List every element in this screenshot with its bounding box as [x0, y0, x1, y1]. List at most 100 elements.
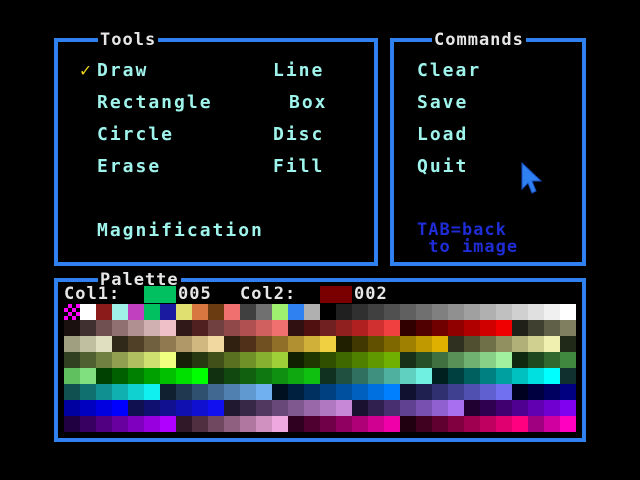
palette-swatch[interactable] — [304, 384, 320, 400]
palette-swatch[interactable] — [304, 304, 320, 320]
palette-swatch[interactable] — [544, 336, 560, 352]
palette-swatch[interactable] — [368, 368, 384, 384]
palette-swatch[interactable] — [160, 416, 176, 432]
palette-swatch[interactable] — [320, 416, 336, 432]
palette-swatch[interactable] — [256, 400, 272, 416]
palette-swatch[interactable] — [144, 320, 160, 336]
palette-swatch[interactable] — [544, 320, 560, 336]
palette-swatch[interactable] — [400, 336, 416, 352]
palette-swatch[interactable] — [224, 384, 240, 400]
palette-swatch[interactable] — [320, 400, 336, 416]
palette-swatch[interactable] — [560, 352, 576, 368]
palette-swatch[interactable] — [336, 368, 352, 384]
palette-swatch[interactable] — [144, 336, 160, 352]
palette-swatch[interactable] — [320, 304, 336, 320]
palette-swatch[interactable] — [224, 320, 240, 336]
palette-swatch[interactable] — [240, 384, 256, 400]
palette-swatch[interactable] — [400, 384, 416, 400]
palette-swatch[interactable] — [336, 304, 352, 320]
palette-grid[interactable] — [64, 304, 576, 432]
palette-swatch[interactable] — [256, 416, 272, 432]
palette-swatch[interactable] — [304, 368, 320, 384]
palette-swatch[interactable] — [368, 352, 384, 368]
palette-swatch[interactable] — [512, 336, 528, 352]
palette-swatch[interactable] — [464, 352, 480, 368]
palette-swatch[interactable] — [192, 336, 208, 352]
palette-swatch[interactable] — [368, 400, 384, 416]
palette-swatch[interactable] — [128, 320, 144, 336]
tool-magnification[interactable]: Magnification — [97, 221, 264, 241]
palette-swatch[interactable] — [480, 304, 496, 320]
palette-swatch[interactable] — [464, 400, 480, 416]
palette-swatch[interactable] — [464, 416, 480, 432]
palette-swatch[interactable] — [176, 400, 192, 416]
palette-swatch[interactable] — [272, 352, 288, 368]
palette-swatch[interactable] — [208, 416, 224, 432]
palette-swatch[interactable] — [176, 384, 192, 400]
palette-swatch[interactable] — [560, 336, 576, 352]
palette-swatch[interactable] — [560, 304, 576, 320]
palette-swatch[interactable] — [320, 336, 336, 352]
palette-swatch[interactable] — [144, 304, 160, 320]
palette-swatch[interactable] — [192, 400, 208, 416]
palette-swatch[interactable] — [432, 400, 448, 416]
palette-swatch[interactable] — [544, 368, 560, 384]
palette-swatch[interactable] — [496, 320, 512, 336]
palette-swatch[interactable] — [432, 384, 448, 400]
tool-rectangle[interactable]: Rectangle — [97, 93, 213, 113]
palette-swatch[interactable] — [208, 400, 224, 416]
palette-swatch[interactable] — [240, 352, 256, 368]
palette-swatch[interactable] — [288, 352, 304, 368]
command-save[interactable]: Save — [417, 93, 468, 113]
palette-swatch[interactable] — [144, 384, 160, 400]
palette-swatch[interactable] — [64, 368, 80, 384]
palette-swatch[interactable] — [256, 320, 272, 336]
palette-swatch[interactable] — [240, 368, 256, 384]
palette-swatch[interactable] — [208, 320, 224, 336]
palette-swatch[interactable] — [224, 368, 240, 384]
palette-swatch[interactable] — [176, 368, 192, 384]
palette-swatch[interactable] — [144, 368, 160, 384]
palette-swatch[interactable] — [240, 336, 256, 352]
palette-swatch[interactable] — [336, 352, 352, 368]
palette-swatch[interactable] — [96, 320, 112, 336]
palette-swatch[interactable] — [544, 400, 560, 416]
palette-swatch[interactable] — [368, 304, 384, 320]
palette-swatch[interactable] — [448, 384, 464, 400]
palette-swatch[interactable] — [256, 352, 272, 368]
palette-swatch[interactable] — [368, 384, 384, 400]
palette-swatch[interactable] — [448, 352, 464, 368]
palette-swatch[interactable] — [512, 416, 528, 432]
palette-swatch[interactable] — [528, 304, 544, 320]
palette-swatch[interactable] — [416, 352, 432, 368]
palette-swatch[interactable] — [384, 320, 400, 336]
palette-swatch[interactable] — [256, 304, 272, 320]
palette-swatch[interactable] — [528, 400, 544, 416]
palette-swatch[interactable] — [288, 304, 304, 320]
palette-swatch[interactable] — [112, 384, 128, 400]
palette-swatch[interactable] — [80, 352, 96, 368]
palette-swatch[interactable] — [64, 400, 80, 416]
palette-swatch[interactable] — [336, 416, 352, 432]
palette-swatch[interactable] — [192, 368, 208, 384]
palette-swatch[interactable] — [208, 304, 224, 320]
palette-swatch[interactable] — [272, 304, 288, 320]
palette-swatch[interactable] — [480, 400, 496, 416]
palette-swatch[interactable] — [544, 352, 560, 368]
palette-swatch[interactable] — [544, 304, 560, 320]
palette-swatch[interactable] — [240, 320, 256, 336]
palette-swatch[interactable] — [400, 400, 416, 416]
palette-swatch[interactable] — [320, 368, 336, 384]
palette-swatch[interactable] — [288, 336, 304, 352]
palette-swatch[interactable] — [496, 368, 512, 384]
palette-swatch[interactable] — [96, 416, 112, 432]
palette-swatch[interactable] — [496, 400, 512, 416]
palette-swatch[interactable] — [128, 336, 144, 352]
palette-swatch[interactable] — [496, 336, 512, 352]
palette-swatch[interactable] — [208, 336, 224, 352]
palette-swatch[interactable] — [432, 352, 448, 368]
palette-swatch[interactable] — [144, 400, 160, 416]
palette-swatch[interactable] — [336, 384, 352, 400]
palette-swatch[interactable] — [560, 384, 576, 400]
palette-swatch[interactable] — [384, 384, 400, 400]
